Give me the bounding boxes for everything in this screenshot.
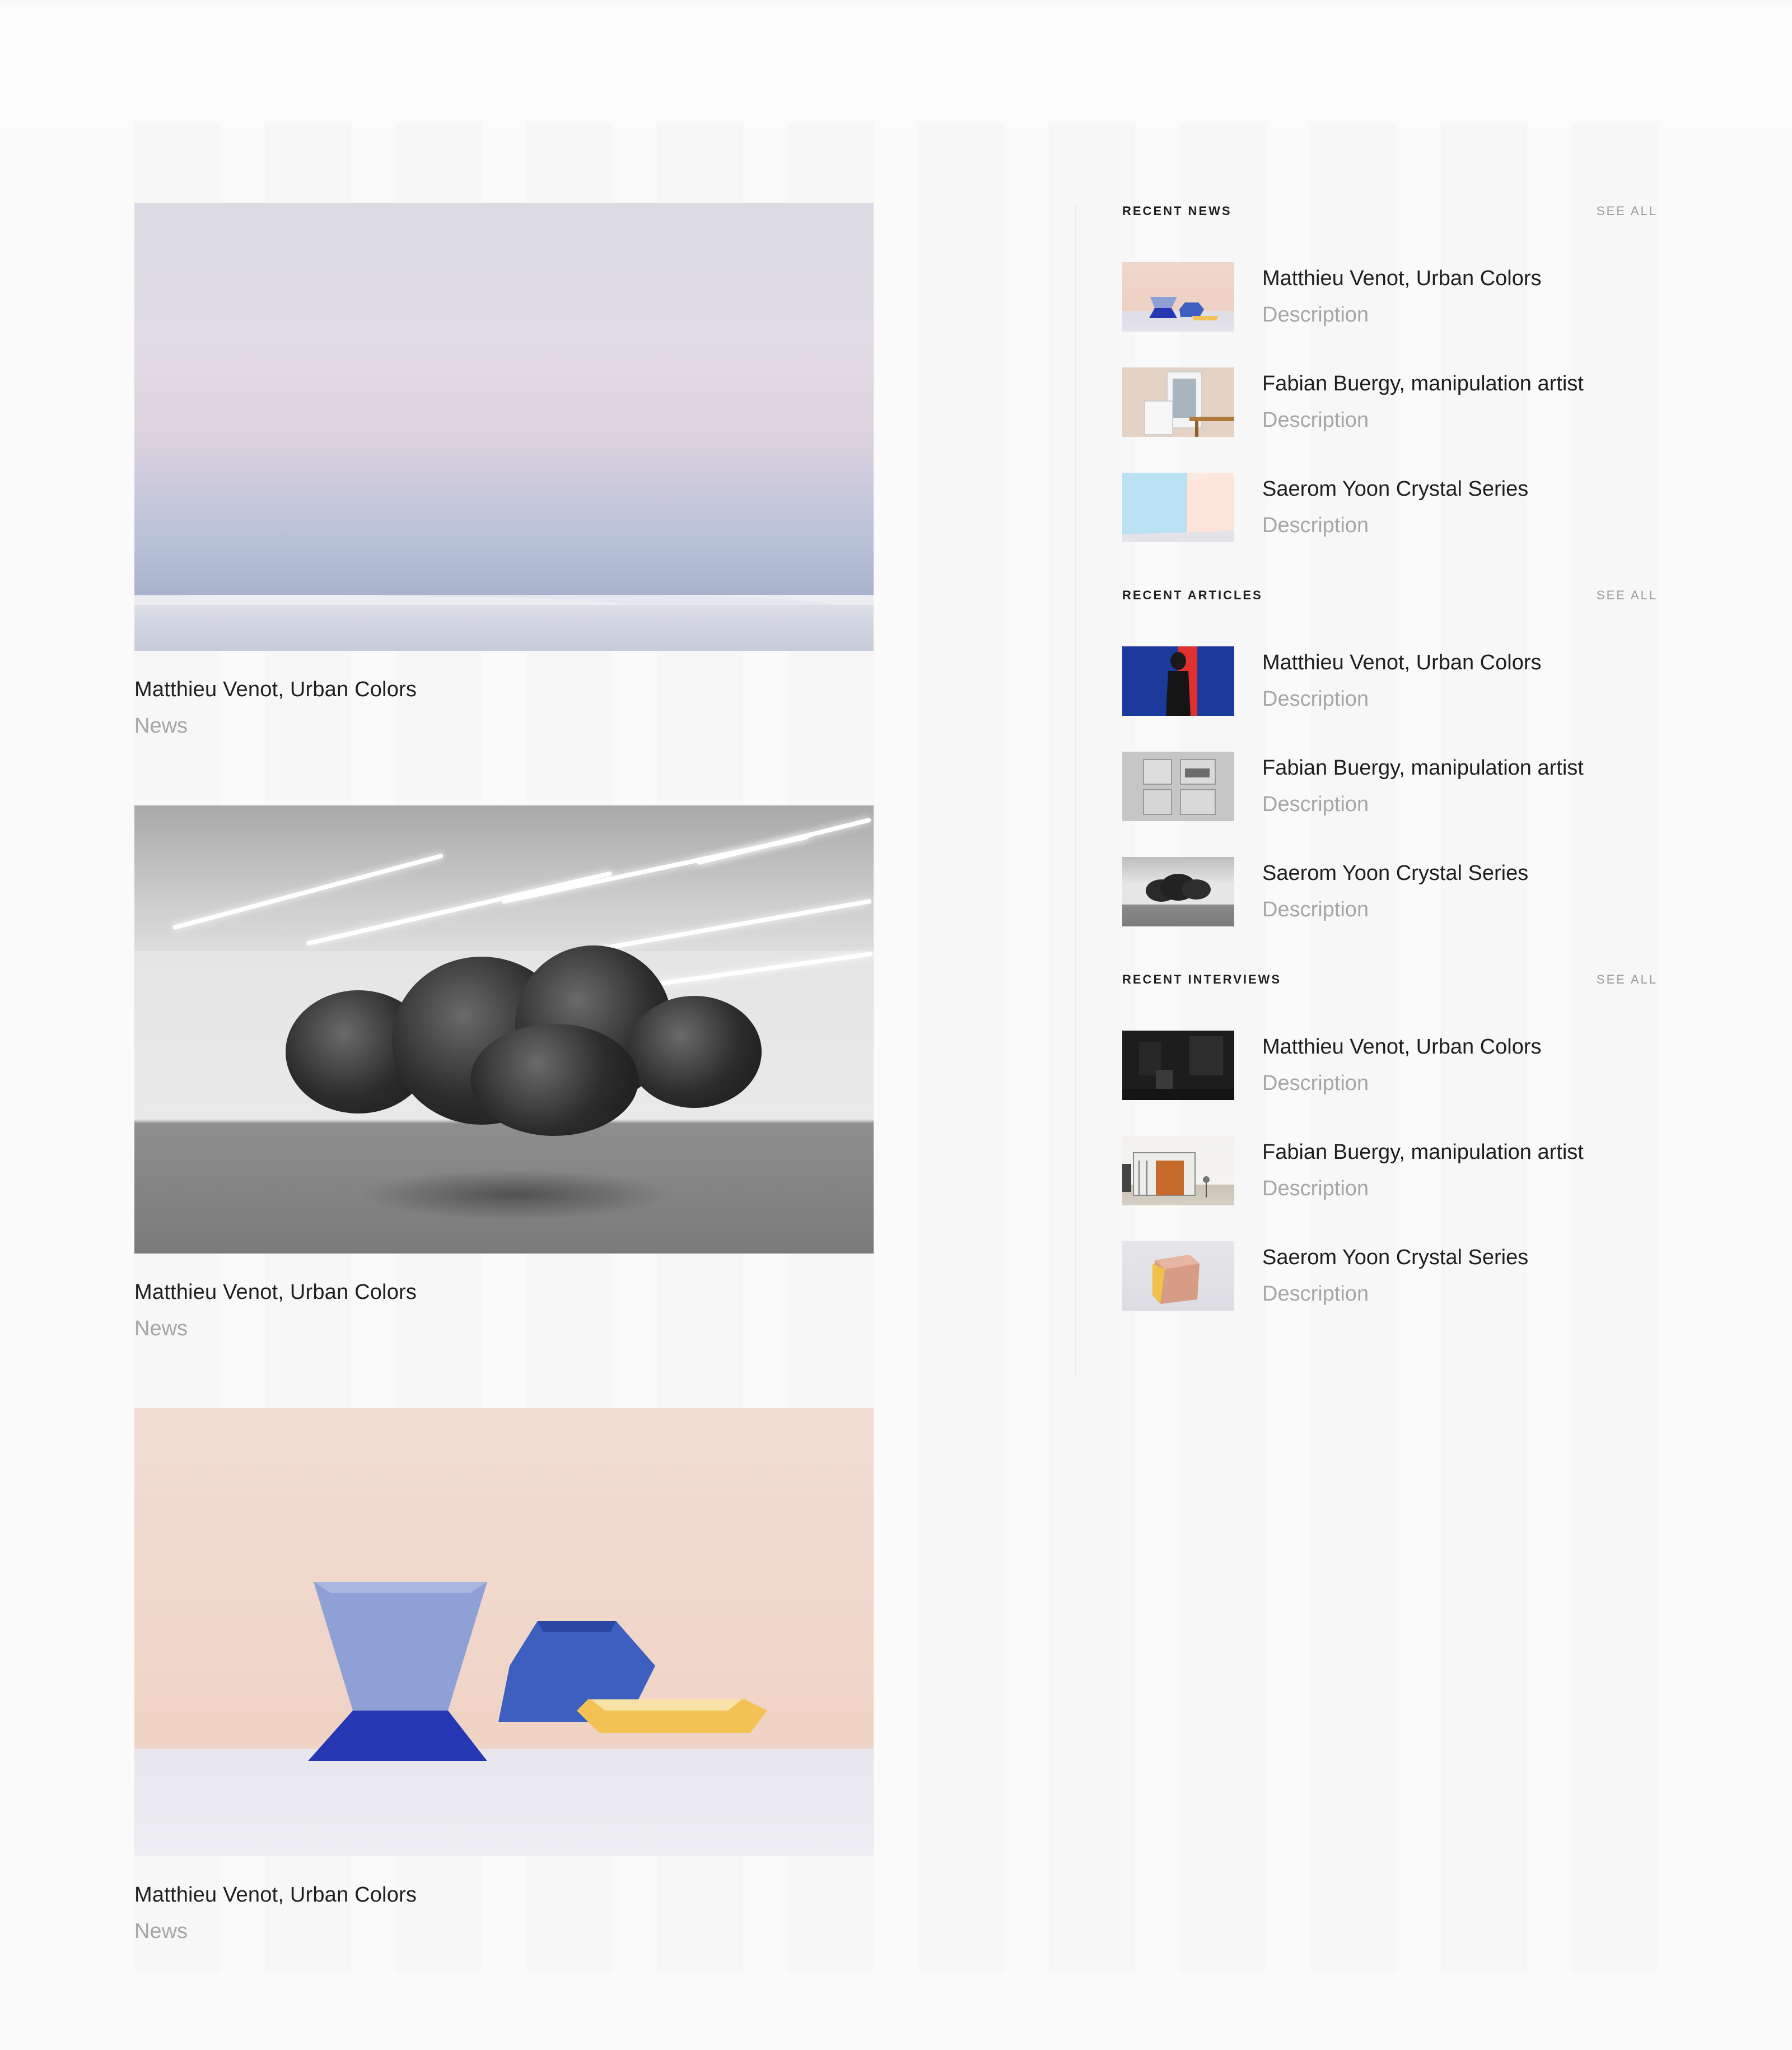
item-title[interactable]: Matthieu Venot, Urban Colors: [1262, 1035, 1542, 1059]
item-text: Matthieu Venot, Urban Colors Description: [1262, 646, 1542, 711]
ceiling-graphic: [134, 805, 874, 951]
cloud-graphic: [627, 996, 762, 1108]
cloud-thumb[interactable]: [1122, 857, 1234, 926]
recent-news-section: RECENT NEWS SEE ALL Matthieu Venot, Urba…: [1122, 203, 1658, 542]
item-title[interactable]: Saerom Yoon Crystal Series: [1262, 861, 1528, 886]
item-description: Description: [1262, 514, 1369, 537]
item-description: Description: [1262, 687, 1369, 711]
item-title[interactable]: Matthieu Venot, Urban Colors: [1262, 267, 1542, 291]
section-title: RECENT NEWS: [1122, 204, 1232, 218]
main-feed: Matthieu Venot, Urban Colors News Matthi…: [134, 203, 874, 2011]
wood-box-thumb[interactable]: [1122, 1241, 1234, 1311]
item-text: Saerom Yoon Crystal Series Description: [1262, 857, 1528, 922]
list-item[interactable]: Fabian Buergy, manipulation artist Descr…: [1122, 1136, 1658, 1205]
recent-interviews-section: RECENT INTERVIEWS SEE ALL Matthieu Venot…: [1122, 971, 1658, 1311]
card-title[interactable]: Matthieu Venot, Urban Colors: [134, 1280, 874, 1304]
feed-card[interactable]: Matthieu Venot, Urban Colors News: [134, 203, 874, 738]
list-item[interactable]: Matthieu Venot, Urban Colors Description: [1122, 646, 1658, 716]
item-title[interactable]: Saerom Yoon Crystal Series: [1262, 477, 1528, 501]
crystal-thumb[interactable]: [1122, 473, 1234, 542]
item-text: Saerom Yoon Crystal Series Description: [1262, 1241, 1528, 1306]
item-text: Fabian Buergy, manipulation artist Descr…: [1262, 1136, 1584, 1201]
gallery-cloud-image[interactable]: [134, 805, 874, 1254]
desert-sky-image[interactable]: [134, 203, 874, 651]
red-blue-thumb[interactable]: [1122, 646, 1234, 716]
feed-card[interactable]: Matthieu Venot, Urban Colors News: [134, 1408, 874, 1944]
item-description: Description: [1262, 1071, 1369, 1095]
item-text: Saerom Yoon Crystal Series Description: [1262, 473, 1528, 538]
item-description: Description: [1262, 1177, 1369, 1200]
cloud-shadow: [358, 1170, 672, 1220]
item-description: Description: [1262, 408, 1369, 432]
ceramics-thumb[interactable]: [1122, 262, 1234, 332]
dunes-graphic: [134, 588, 874, 651]
item-description: Description: [1262, 303, 1369, 327]
item-text: Fabian Buergy, manipulation artist Descr…: [1262, 367, 1584, 432]
list-item[interactable]: Saerom Yoon Crystal Series Description: [1122, 473, 1658, 542]
item-title[interactable]: Fabian Buergy, manipulation artist: [1262, 372, 1584, 396]
list-item[interactable]: Matthieu Venot, Urban Colors Description: [1122, 262, 1658, 332]
see-all-link[interactable]: SEE ALL: [1597, 588, 1658, 603]
card-title[interactable]: Matthieu Venot, Urban Colors: [134, 678, 874, 702]
item-title[interactable]: Fabian Buergy, manipulation artist: [1262, 1140, 1584, 1164]
list-item[interactable]: Fabian Buergy, manipulation artist Descr…: [1122, 367, 1658, 437]
section-header: RECENT NEWS SEE ALL: [1122, 203, 1658, 220]
item-text: Fabian Buergy, manipulation artist Descr…: [1262, 752, 1584, 817]
list-item[interactable]: Fabian Buergy, manipulation artist Descr…: [1122, 752, 1658, 821]
frames-thumb[interactable]: [1122, 367, 1234, 437]
item-title[interactable]: Fabian Buergy, manipulation artist: [1262, 756, 1584, 780]
card-category: News: [134, 714, 188, 738]
section-title: RECENT ARTICLES: [1122, 588, 1263, 602]
section-title: RECENT INTERVIEWS: [1122, 972, 1282, 986]
facade-thumb[interactable]: [1122, 1136, 1234, 1205]
dark-studio-thumb[interactable]: [1122, 1031, 1234, 1100]
card-category: News: [134, 1919, 188, 1943]
cloud-graphic: [470, 1024, 638, 1136]
item-text: Matthieu Venot, Urban Colors Description: [1262, 1031, 1542, 1096]
section-header: RECENT INTERVIEWS SEE ALL: [1122, 971, 1658, 988]
see-all-link[interactable]: SEE ALL: [1597, 972, 1658, 987]
ceramics-graphic: [308, 1582, 767, 1761]
ceiling-light: [639, 951, 873, 989]
see-all-link[interactable]: SEE ALL: [1597, 204, 1658, 218]
list-item[interactable]: Saerom Yoon Crystal Series Description: [1122, 857, 1658, 926]
item-description: Description: [1262, 898, 1369, 921]
list-item[interactable]: Matthieu Venot, Urban Colors Description: [1122, 1031, 1658, 1100]
grey-frames-thumb[interactable]: [1122, 752, 1234, 821]
top-bar: [0, 0, 1792, 134]
ceramics-image[interactable]: [134, 1408, 874, 1856]
item-description: Description: [1262, 1282, 1369, 1306]
feed-card[interactable]: Matthieu Venot, Urban Colors News: [134, 805, 874, 1341]
item-title[interactable]: Saerom Yoon Crystal Series: [1262, 1246, 1528, 1270]
recent-articles-section: RECENT ARTICLES SEE ALL Matthieu Venot, …: [1122, 587, 1658, 926]
card-title[interactable]: Matthieu Venot, Urban Colors: [134, 1883, 874, 1907]
item-title[interactable]: Matthieu Venot, Urban Colors: [1262, 651, 1542, 675]
sidebar: RECENT NEWS SEE ALL Matthieu Venot, Urba…: [1075, 203, 1658, 1376]
card-category: News: [134, 1317, 188, 1340]
list-item[interactable]: Saerom Yoon Crystal Series Description: [1122, 1241, 1658, 1311]
item-text: Matthieu Venot, Urban Colors Description: [1262, 262, 1542, 327]
section-header: RECENT ARTICLES SEE ALL: [1122, 587, 1658, 604]
item-description: Description: [1262, 793, 1369, 816]
